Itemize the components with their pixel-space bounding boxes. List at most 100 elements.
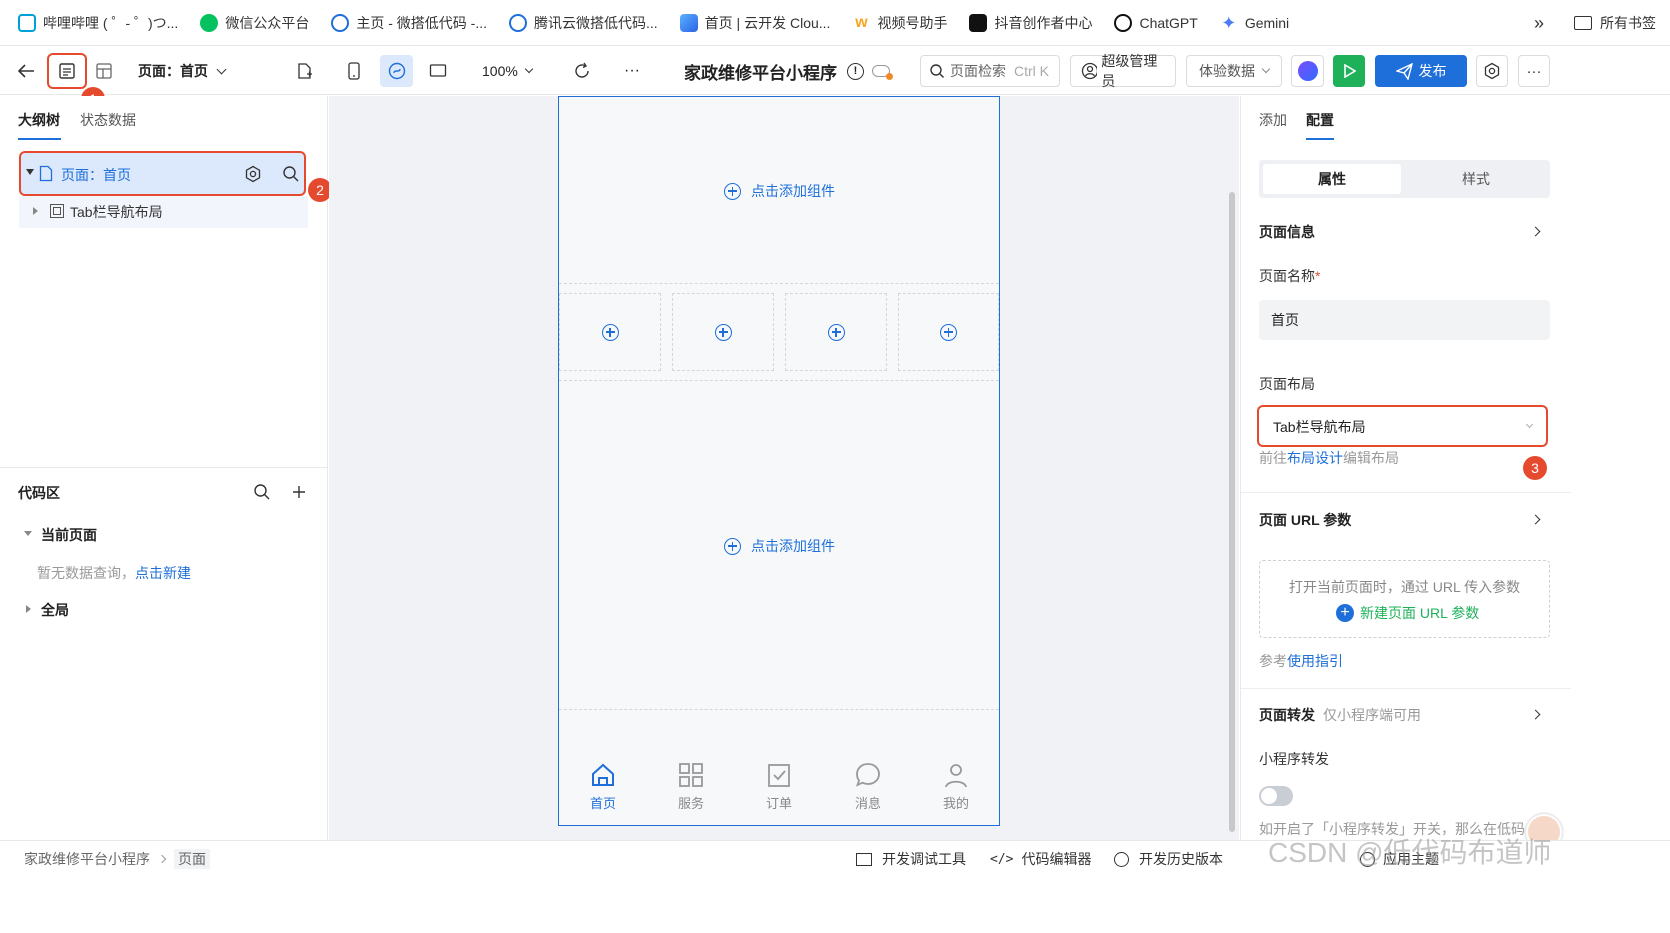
data-mode-selector[interactable]: 体验数据 xyxy=(1186,55,1282,87)
right-panel: 添加 配置 属性 样式 页面信息 页面名称* 首页 页面布局 Tab栏导航布局 … xyxy=(1240,96,1670,850)
all-bookmarks-button[interactable]: 所有书签 xyxy=(1600,13,1656,33)
add-component-button-top[interactable]: 点击添加组件 xyxy=(724,181,835,201)
gear-icon[interactable] xyxy=(244,165,262,183)
miniprogram-view-button[interactable] xyxy=(380,55,413,87)
mini-forward-toggle[interactable] xyxy=(1259,786,1293,806)
tab-add[interactable]: 添加 xyxy=(1259,110,1287,130)
new-page-button[interactable] xyxy=(290,55,318,87)
more-options-button[interactable]: ··· xyxy=(618,55,646,87)
url-params-section[interactable]: 页面 URL 参数 xyxy=(1259,510,1351,530)
segment-styles[interactable]: 样式 xyxy=(1407,164,1545,194)
info-icon[interactable]: ! xyxy=(847,62,864,80)
bookmark-weda-home[interactable]: 主页 - 微搭低代码 -... xyxy=(331,13,487,33)
tab-state-data[interactable]: 状态数据 xyxy=(80,110,136,130)
usage-guide-link[interactable]: 使用指引 xyxy=(1287,653,1343,669)
tabbar-item-services[interactable]: 服务 xyxy=(661,761,721,812)
mobile-view-button[interactable] xyxy=(340,55,368,87)
bookmarks-bar: 哔哩哔哩 ( ゜- ゜)つ... 微信公众平台 主页 - 微搭低代码 -... … xyxy=(0,0,1670,46)
send-icon xyxy=(1395,62,1413,80)
add-component-label: 点击添加组件 xyxy=(751,183,835,199)
back-button[interactable] xyxy=(12,55,40,87)
bookmark-bilibili[interactable]: 哔哩哔哩 ( ゜- ゜)つ... xyxy=(18,13,178,33)
add-component-label: 点击添加组件 xyxy=(751,538,835,554)
chevron-right-icon[interactable] xyxy=(1530,226,1541,237)
bookmark-chatgpt[interactable]: ChatGPT xyxy=(1114,13,1198,32)
settings-button[interactable] xyxy=(1476,55,1508,87)
page-layout-select[interactable]: Tab栏导航布局 xyxy=(1257,405,1548,447)
page-name-input[interactable]: 首页 xyxy=(1259,300,1550,340)
canvas-scrollbar[interactable] xyxy=(1229,192,1235,832)
bookmark-douyin[interactable]: 抖音创作者中心 xyxy=(969,13,1092,33)
layout-view-button[interactable] xyxy=(90,55,118,87)
more-menu-button[interactable]: ··· xyxy=(1518,55,1550,87)
segmented-control: 属性 样式 xyxy=(1259,160,1550,198)
current-page-group[interactable]: 当前页面 xyxy=(41,525,97,545)
grid-slot-2[interactable] xyxy=(672,293,774,371)
tabbar-item-orders[interactable]: 订单 xyxy=(749,761,809,812)
bookmarks-overflow-button[interactable]: » xyxy=(1534,13,1544,34)
breadcrumb-page[interactable]: 页面 xyxy=(174,849,210,869)
layout-design-link[interactable]: 布局设计 xyxy=(1287,450,1343,466)
breadcrumb-app[interactable]: 家政维修平台小程序 xyxy=(24,849,150,869)
tree-node-label: Tab栏导航布局 xyxy=(70,204,163,220)
watermark: CSDN @低代码布道师 xyxy=(1268,837,1552,868)
guide-hint: 参考使用指引 xyxy=(1259,653,1343,669)
search-icon[interactable] xyxy=(253,483,271,501)
desktop-view-button[interactable] xyxy=(424,55,452,87)
page-info-section[interactable]: 页面信息 xyxy=(1259,222,1315,242)
refresh-button[interactable] xyxy=(568,55,596,87)
bottom-blank xyxy=(0,876,1670,933)
bookmark-channels[interactable]: w 视频号助手 xyxy=(852,13,947,33)
ai-assistant-button[interactable] xyxy=(1291,55,1324,87)
bookmark-tencent-weda[interactable]: 腾讯云微搭低代码... xyxy=(509,13,658,33)
outline-view-button[interactable] xyxy=(47,53,87,89)
tabbar-item-profile[interactable]: 我的 xyxy=(926,761,986,812)
publish-button[interactable]: 发布 xyxy=(1375,55,1467,87)
run-button[interactable] xyxy=(1333,55,1365,87)
console-icon xyxy=(856,852,872,866)
history-button[interactable]: 开发历史版本 xyxy=(1114,849,1223,869)
bookmarks-right: » 所有书签 xyxy=(1534,0,1656,46)
grid-slot-1[interactable] xyxy=(559,293,661,371)
tabbar-item-messages[interactable]: 消息 xyxy=(838,761,898,812)
grid-slot-3[interactable] xyxy=(785,293,887,371)
refresh-icon xyxy=(575,62,589,78)
global-group[interactable]: 全局 xyxy=(41,600,69,620)
add-component-button-middle[interactable]: 点击添加组件 xyxy=(724,536,835,556)
new-url-param-button[interactable]: + 新建页面 URL 参数 xyxy=(1336,603,1479,623)
tabbar-item-home[interactable]: 首页 xyxy=(573,761,633,812)
code-editor-label: 代码编辑器 xyxy=(1021,851,1092,867)
zoom-selector[interactable]: 100% xyxy=(482,55,534,87)
role-selector[interactable]: 超级管理员 xyxy=(1070,53,1176,89)
tree-node-tab-layout[interactable]: Tab栏导航布局 xyxy=(19,196,308,228)
gemini-icon: ✦ xyxy=(1221,12,1237,33)
play-icon xyxy=(1344,64,1356,78)
tab-config[interactable]: 配置 xyxy=(1306,110,1334,130)
tab-outline-tree[interactable]: 大纲树 xyxy=(18,110,60,130)
chevron-right-icon[interactable] xyxy=(1530,514,1541,525)
chevron-right-icon[interactable] xyxy=(1530,709,1541,720)
dev-tools-button[interactable]: 开发调试工具 xyxy=(856,849,966,869)
monitor-icon xyxy=(429,64,447,77)
tree-node-page-home[interactable]: 页面：首页 xyxy=(19,151,306,196)
create-query-link[interactable]: 点击新建 xyxy=(135,565,191,581)
chevron-right-icon xyxy=(157,854,167,864)
grid-slot-4[interactable] xyxy=(898,293,999,371)
segment-properties[interactable]: 属性 xyxy=(1263,164,1401,194)
tabbar-label: 我的 xyxy=(942,796,969,811)
plus-icon[interactable] xyxy=(291,484,307,500)
toggle-knob xyxy=(1261,788,1277,804)
page-forward-section[interactable]: 页面转发 仅小程序端可用 xyxy=(1259,705,1421,725)
search-icon[interactable] xyxy=(282,165,300,183)
bookmark-gemini[interactable]: ✦ Gemini xyxy=(1220,14,1289,32)
bookmark-wechat-mp[interactable]: 微信公众平台 xyxy=(200,13,309,33)
active-tab-indicator xyxy=(18,138,61,140)
page-selector-label: 页面：首页 xyxy=(138,63,208,79)
user-icon xyxy=(945,764,967,788)
page-search-input[interactable]: 页面检索 Ctrl K xyxy=(920,55,1060,87)
bookmark-cloudbase[interactable]: 首页 | 云开发 Clou... xyxy=(679,13,830,33)
search-icon xyxy=(930,64,944,78)
search-shortcut: Ctrl K xyxy=(1014,63,1049,79)
code-editor-button[interactable]: </> 代码编辑器 xyxy=(990,849,1091,869)
page-selector[interactable]: 页面：首页 xyxy=(138,55,227,87)
